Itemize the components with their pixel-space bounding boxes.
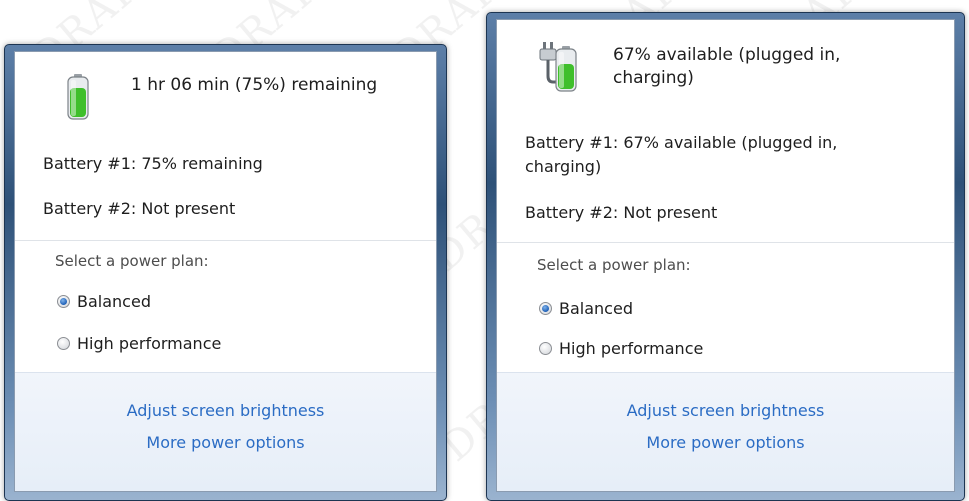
high-performance-label: High performance: [559, 339, 704, 358]
plan-balanced-option[interactable]: Balanced: [539, 299, 633, 318]
battery-2-status: Battery #2: Not present: [525, 203, 718, 222]
high-performance-radio[interactable]: [539, 342, 552, 355]
battery-flyout-left: 1 hr 06 min (75%) remaining Battery #1: …: [4, 44, 447, 501]
battery-1-status: Battery #1: 75% remaining: [43, 154, 263, 173]
more-power-options-link[interactable]: More power options: [15, 433, 436, 452]
divider: [497, 242, 954, 243]
flyout-footer: Adjust screen brightness More power opti…: [15, 372, 436, 491]
balanced-radio[interactable]: [57, 295, 70, 308]
plan-balanced-option[interactable]: Balanced: [57, 292, 151, 311]
status-row: 1 hr 06 min (75%) remaining: [67, 74, 377, 120]
flyout-footer: Adjust screen brightness More power opti…: [497, 372, 954, 491]
adjust-brightness-link[interactable]: Adjust screen brightness: [15, 401, 436, 420]
plan-high-performance-option[interactable]: High performance: [57, 334, 221, 353]
high-performance-radio[interactable]: [57, 337, 70, 350]
divider: [15, 240, 436, 241]
power-plan-label: Select a power plan:: [55, 252, 209, 270]
plan-high-performance-option[interactable]: High performance: [539, 339, 703, 358]
battery-icon: [67, 74, 89, 120]
balanced-label: Balanced: [559, 299, 633, 318]
battery-status-block: 67% available (plugged in, charging): [613, 44, 840, 90]
balanced-label: Balanced: [77, 292, 151, 311]
battery-status-text: 1 hr 06 min (75%) remaining: [131, 75, 378, 95]
battery-1-status-line-2: charging): [525, 157, 602, 176]
battery-status-line-2: charging): [613, 68, 694, 88]
more-power-options-link[interactable]: More power options: [497, 433, 954, 452]
battery-status-line-1: 67% available (plugged in,: [613, 45, 841, 65]
high-performance-label: High performance: [77, 334, 222, 353]
battery-flyout-right: 67% available (plugged in, charging) Bat…: [486, 12, 965, 501]
battery-1-status-line-1: Battery #1: 67% available (plugged in,: [525, 133, 838, 152]
battery-icon: [555, 46, 577, 92]
adjust-brightness-link[interactable]: Adjust screen brightness: [497, 401, 954, 420]
plugged-battery-icon: [539, 42, 579, 94]
power-plan-label: Select a power plan:: [537, 256, 691, 274]
balanced-radio[interactable]: [539, 302, 552, 315]
flyout-content: 1 hr 06 min (75%) remaining Battery #1: …: [14, 51, 437, 492]
flyout-content: 67% available (plugged in, charging) Bat…: [496, 19, 955, 492]
status-row: 67% available (plugged in, charging): [539, 42, 840, 94]
battery-2-status: Battery #2: Not present: [43, 199, 236, 218]
